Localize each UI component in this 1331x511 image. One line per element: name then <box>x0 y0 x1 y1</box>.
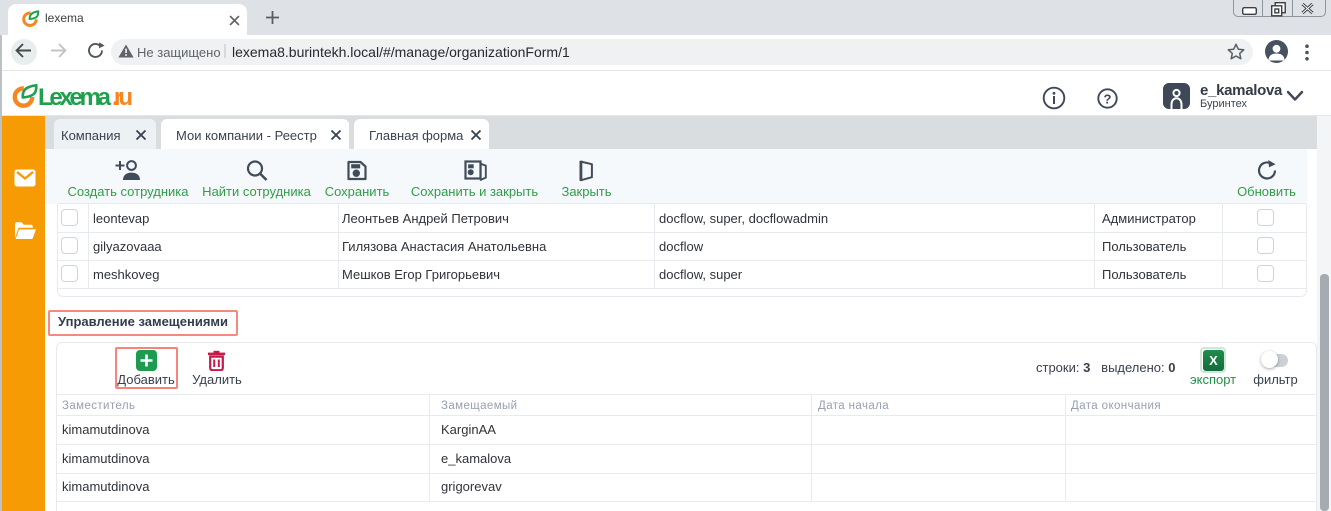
svg-text:.ru: .ru <box>112 84 133 111</box>
svg-text:Lexema: Lexema <box>38 84 112 111</box>
svg-text:?: ? <box>1104 91 1112 106</box>
